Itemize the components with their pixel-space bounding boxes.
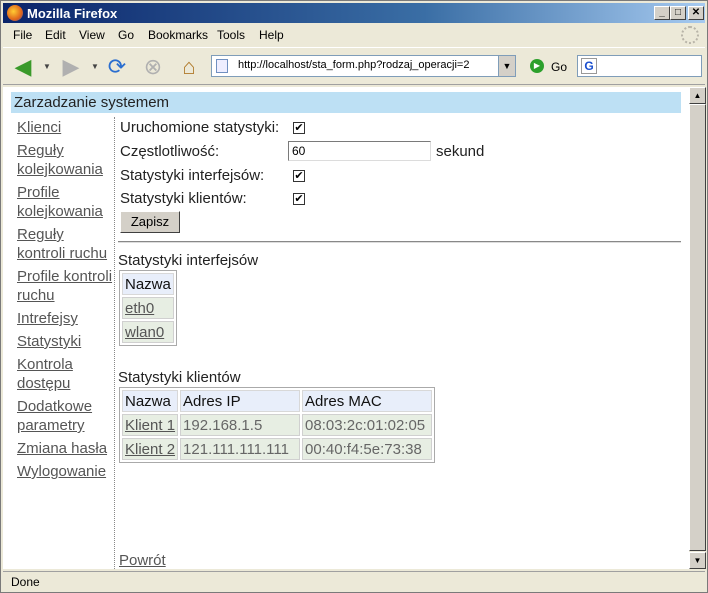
throbber-icon xyxy=(681,26,699,44)
interface-stats-label: Statystyki interfejsów: xyxy=(120,167,265,184)
nav-link-klienci[interactable]: Klienci xyxy=(17,118,113,137)
reload-icon[interactable]: ⟳ xyxy=(103,54,131,80)
client-mac: 08:03:2c:01:02:05 xyxy=(302,414,433,436)
stats-enabled-label: Uruchomione statystyki: xyxy=(120,119,280,136)
menu-tools[interactable]: Tools xyxy=(217,28,245,42)
forward-history-dropdown-icon[interactable]: ▼ xyxy=(91,62,99,71)
nav-link-profile-kontroli-ruchu[interactable]: Profile kontroli ruchu xyxy=(17,267,113,305)
table-row: Klient 2 121.111.111.111 00:40:f4:5e:73:… xyxy=(122,438,433,460)
divider xyxy=(118,241,681,243)
client-stats-table: Nazwa Adres IP Adres MAC Klient 1 192.16… xyxy=(119,387,436,463)
save-button[interactable]: Zapisz xyxy=(120,211,180,233)
title-bar: Mozilla Firefox _ □ ✕ xyxy=(3,3,705,23)
go-arrow-icon[interactable]: ▶ xyxy=(530,59,544,73)
scroll-down-arrow-icon[interactable]: ▼ xyxy=(689,552,706,569)
window-title: Mozilla Firefox xyxy=(27,6,118,21)
firefox-icon xyxy=(7,5,23,21)
column-header-adres-ip: Adres IP xyxy=(180,390,301,412)
interface-stats-table: Nazwa eth0 wlan0 xyxy=(119,270,177,346)
go-button[interactable]: Go xyxy=(551,60,567,74)
back-history-dropdown-icon[interactable]: ▼ xyxy=(43,62,51,71)
menu-view[interactable]: View xyxy=(79,28,105,42)
menu-edit[interactable]: Edit xyxy=(45,28,66,42)
menu-bookmarks[interactable]: Bookmarks xyxy=(148,28,208,42)
nav-link-intrefejsy[interactable]: Intrefejsy xyxy=(17,309,113,328)
nav-link-statystyki[interactable]: Statystyki xyxy=(17,332,113,351)
table-row: Klient 1 192.168.1.5 08:03:2c:01:02:05 xyxy=(122,414,433,436)
interface-stats-title: Statystyki interfejsów xyxy=(118,252,259,269)
content-area: Zarzadzanie systemem Klienci Reguły kole… xyxy=(3,87,689,569)
nav-link-reguly-kontroli-ruchu[interactable]: Reguły kontroli ruchu xyxy=(17,225,113,263)
client-ip: 192.168.1.5 xyxy=(180,414,301,436)
column-header-nazwa: Nazwa xyxy=(122,390,179,412)
column-header-nazwa: Nazwa xyxy=(122,273,174,295)
google-search-engine-icon[interactable]: G xyxy=(581,58,597,74)
nav-link-zmiana-hasla[interactable]: Zmiana hasła xyxy=(17,439,113,458)
client-stats-checkbox[interactable]: ✔ xyxy=(293,193,305,205)
interface-link-wlan0[interactable]: wlan0 xyxy=(122,321,174,343)
back-link[interactable]: Powrót xyxy=(119,552,166,569)
main-panel: Uruchomione statystyki: ✔ Częstlotliwość… xyxy=(118,117,686,569)
status-bar: Done xyxy=(3,571,705,591)
nav-link-kontrola-dostepu[interactable]: Kontrola dostępu xyxy=(17,355,113,393)
menu-file[interactable]: File xyxy=(13,28,32,42)
address-url[interactable]: http://localhost/sta_form.php?rodzaj_ope… xyxy=(238,59,469,71)
client-ip: 121.111.111.111 xyxy=(180,438,301,460)
forward-arrow-icon[interactable]: ▶ xyxy=(57,54,85,80)
client-link[interactable]: Klient 2 xyxy=(122,438,179,460)
interface-link-eth0[interactable]: eth0 xyxy=(122,297,174,319)
nav-link-reguly-kolejkowania[interactable]: Reguły kolejkowania xyxy=(17,141,113,179)
nav-link-wylogowanie[interactable]: Wylogowanie xyxy=(17,462,113,481)
client-mac: 00:40:f4:5e:73:38 xyxy=(302,438,433,460)
frequency-label: Częstlotliwość: xyxy=(120,143,220,160)
address-bar[interactable]: http://localhost/sta_form.php?rodzaj_ope… xyxy=(211,55,516,77)
client-link[interactable]: Klient 1 xyxy=(122,414,179,436)
close-button[interactable]: ✕ xyxy=(688,6,704,20)
frequency-input[interactable] xyxy=(288,141,431,161)
back-arrow-icon[interactable]: ◀ xyxy=(9,54,37,80)
menu-help[interactable]: Help xyxy=(259,28,284,42)
column-header-adres-mac: Adres MAC xyxy=(302,390,433,412)
stop-icon[interactable]: ⊗ xyxy=(139,54,167,80)
side-navigation: Klienci Reguły kolejkowania Profile kole… xyxy=(11,117,115,569)
browser-window: Mozilla Firefox _ □ ✕ File Edit View Go … xyxy=(0,0,708,593)
stats-enabled-checkbox[interactable]: ✔ xyxy=(293,122,305,134)
minimize-button[interactable]: _ xyxy=(654,6,670,20)
nav-link-dodatkowe-parametry[interactable]: Dodatkowe parametry xyxy=(17,397,113,435)
interface-stats-checkbox[interactable]: ✔ xyxy=(293,170,305,182)
scroll-up-arrow-icon[interactable]: ▲ xyxy=(689,87,706,104)
menu-go[interactable]: Go xyxy=(118,28,134,42)
scroll-thumb[interactable] xyxy=(689,104,706,551)
vertical-scrollbar[interactable]: ▲ ▼ xyxy=(689,87,706,569)
page-icon xyxy=(216,59,228,73)
page-title: Zarzadzanie systemem xyxy=(11,92,681,113)
client-stats-title: Statystyki klientów xyxy=(118,369,241,386)
status-text: Done xyxy=(11,575,40,589)
search-field[interactable]: G xyxy=(577,55,702,77)
menu-bar: File Edit View Go Bookmarks Tools Help xyxy=(3,25,705,45)
nav-link-profile-kolejkowania[interactable]: Profile kolejkowania xyxy=(17,183,113,221)
maximize-button[interactable]: □ xyxy=(670,6,686,20)
client-stats-label: Statystyki klientów: xyxy=(120,190,247,207)
home-icon[interactable]: ⌂ xyxy=(175,54,203,80)
navigation-toolbar: ◀ ▼ ▶ ▼ ⟳ ⊗ ⌂ http://localhost/sta_form.… xyxy=(3,47,705,85)
frequency-unit: sekund xyxy=(436,143,485,160)
address-dropdown-icon[interactable]: ▼ xyxy=(498,56,515,76)
